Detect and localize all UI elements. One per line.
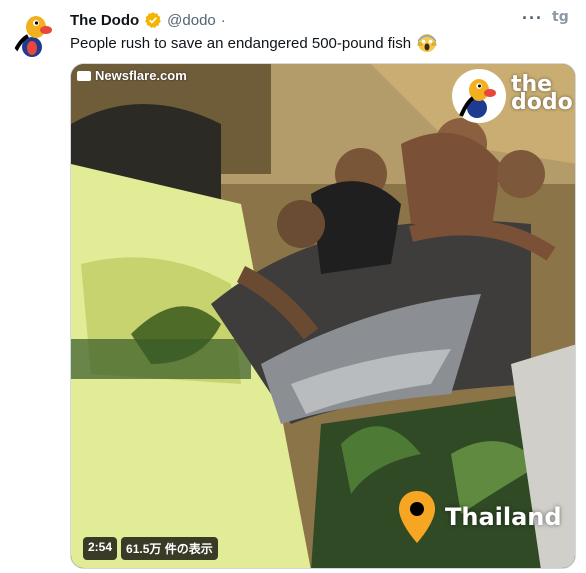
author-avatar[interactable]: [10, 10, 58, 58]
separator-dot: ·: [220, 11, 226, 29]
video-player[interactable]: Newsflare.com the dodo Thailand 2:54 61.…: [70, 63, 576, 569]
tweet-text-content: People rush to save an endangered 500-po…: [70, 34, 412, 52]
tweet-text: People rush to save an endangered 500-po…: [70, 33, 437, 53]
video-view-count: 61.5万 件の表示: [121, 537, 218, 560]
tweet: The Dodo @dodo · ··· tg People rush to s…: [0, 0, 586, 573]
location-pin-icon: [399, 491, 435, 543]
dodo-logo-text: the dodo: [511, 72, 573, 115]
dodo-video-logo: the dodo: [451, 68, 575, 124]
tweet-header: The Dodo @dodo ·: [70, 10, 226, 30]
dodo-bird-icon: [452, 69, 506, 123]
location-label: Thailand: [445, 503, 562, 531]
newsflare-watermark: Newsflare.com: [77, 68, 187, 83]
author-name[interactable]: The Dodo: [70, 12, 139, 29]
location-tag: Thailand: [397, 489, 562, 545]
tweetgen-logo: tg: [552, 9, 569, 25]
author-handle[interactable]: @dodo: [167, 12, 216, 29]
more-options-button[interactable]: ···: [522, 9, 543, 27]
video-duration: 2:54: [83, 537, 118, 560]
watermark-text: Newsflare.com: [95, 68, 187, 83]
dodo-bird-icon: [10, 10, 58, 58]
verified-badge-icon: [145, 12, 162, 28]
screaming-face-emoji-icon: [417, 34, 437, 52]
camera-icon: [77, 70, 91, 81]
video-info-badge: 2:54 61.5万 件の表示: [83, 537, 218, 560]
